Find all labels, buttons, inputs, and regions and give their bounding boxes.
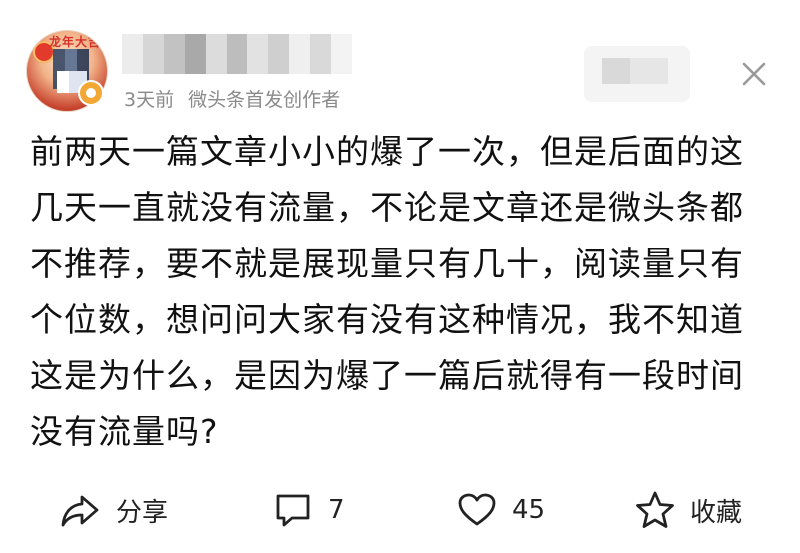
comment-button[interactable]: 7	[272, 480, 345, 540]
post-content[interactable]: 前两天一篇文章小小的爆了一次，但是后面的这几天一直就没有流量，不论是文章还是微头…	[30, 124, 775, 460]
heart-icon	[456, 489, 498, 531]
comment-icon	[272, 489, 314, 531]
like-button[interactable]: 45	[456, 480, 545, 540]
star-icon	[634, 489, 676, 531]
share-button[interactable]: 分享	[58, 480, 168, 540]
post-header: 龙年大吉 3天前 微头条首发创作者	[0, 0, 800, 115]
favorite-label: 收藏	[690, 497, 743, 528]
close-icon[interactable]	[736, 56, 772, 92]
comment-count: 7	[328, 495, 345, 525]
author-name-redacted[interactable]	[122, 34, 352, 74]
share-label: 分享	[116, 497, 169, 528]
post-time: 3天前	[124, 89, 175, 111]
follow-button-redacted[interactable]	[584, 46, 690, 102]
avatar-logo-text: 龙年大吉	[49, 35, 102, 49]
post-meta: 3天前 微头条首发创作者	[124, 85, 340, 112]
creator-badge-icon	[78, 80, 104, 106]
author-title: 微头条首发创作者	[188, 89, 341, 111]
author-avatar[interactable]: 龙年大吉	[26, 30, 108, 112]
action-bar: 分享 7 45 收藏	[0, 480, 800, 540]
favorite-button[interactable]: 收藏	[634, 480, 742, 540]
share-icon	[58, 488, 102, 532]
like-count: 45	[512, 495, 546, 525]
